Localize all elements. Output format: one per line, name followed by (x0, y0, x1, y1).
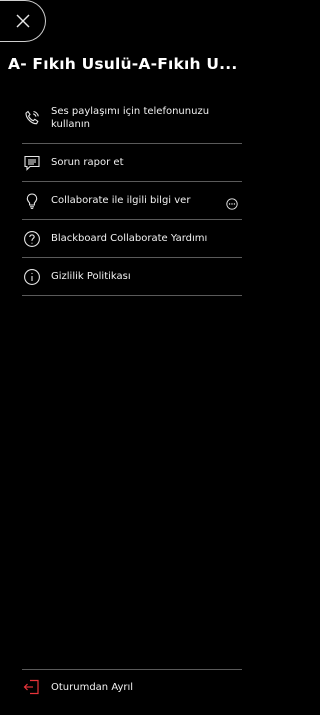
more-options-icon[interactable] (226, 195, 238, 210)
leave-session-label: Oturumdan Ayrıl (51, 681, 134, 693)
lightbulb-icon (22, 191, 42, 211)
footer-divider (22, 669, 242, 670)
menu-item-label: Gizlilik Politikası (51, 271, 131, 282)
close-icon (14, 12, 32, 30)
exit-icon (22, 677, 42, 697)
close-button[interactable] (0, 0, 46, 42)
menu-item-feedback[interactable]: Collaborate ile ilgili bilgi ver (22, 182, 242, 220)
menu-item-report-issue[interactable]: Sorun rapor et (22, 144, 242, 182)
session-menu-panel: A- Fıkıh Usulü-A-Fıkıh U... Ses paylaşım… (0, 0, 252, 715)
menu-item-privacy-policy[interactable]: Gizlilik Politikası (22, 258, 242, 296)
session-title: A- Fıkıh Usulü-A-Fıkıh U... (8, 55, 238, 73)
leave-session-button[interactable]: Oturumdan Ayrıl (22, 677, 133, 697)
menu-list: Ses paylaşımı için telefonunuzu kullanın… (0, 92, 252, 296)
phone-icon (22, 108, 42, 128)
menu-item-label: Collaborate ile ilgili bilgi ver (51, 195, 191, 206)
info-icon (22, 267, 42, 287)
menu-item-label: Blackboard Collaborate Yardımı (51, 233, 208, 244)
menu-item-phone-audio[interactable]: Ses paylaşımı için telefonunuzu kullanın (22, 92, 242, 144)
menu-item-help[interactable]: Blackboard Collaborate Yardımı (22, 220, 242, 258)
menu-item-label: Sorun rapor et (51, 157, 124, 168)
help-icon (22, 229, 42, 249)
report-icon (22, 153, 42, 173)
menu-item-label: Ses paylaşımı için telefonunuzu kullanın (51, 105, 210, 130)
